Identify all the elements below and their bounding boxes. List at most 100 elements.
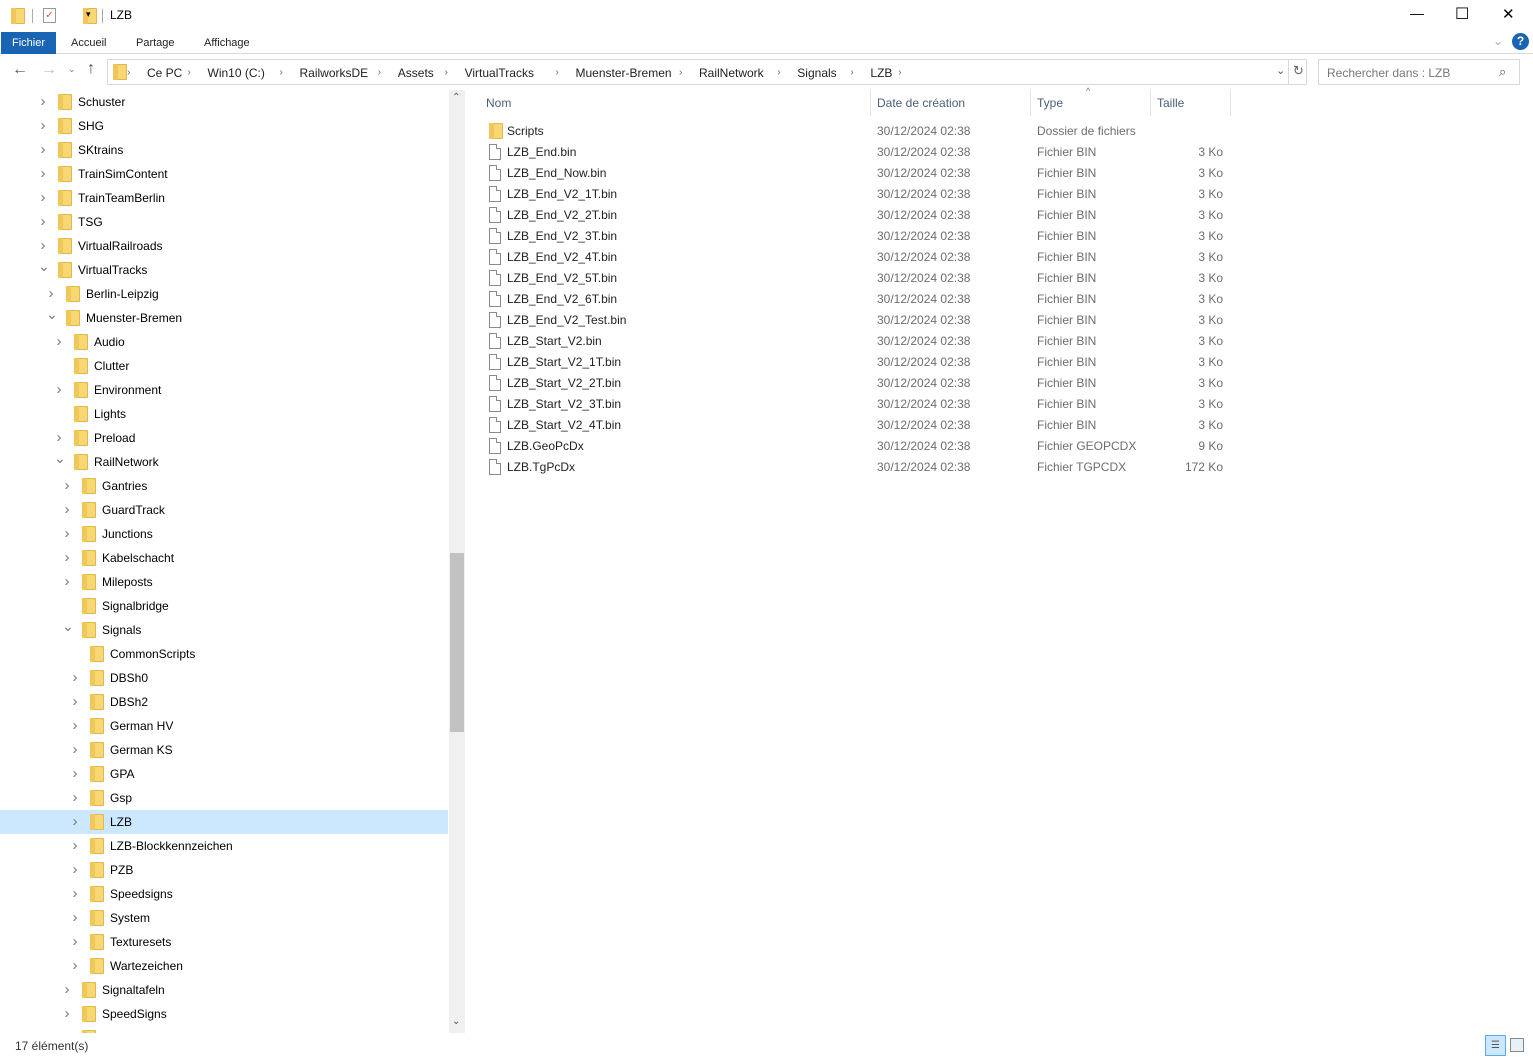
- scroll-up-icon[interactable]: ⌃: [452, 92, 460, 103]
- help-icon[interactable]: ?: [1512, 33, 1529, 50]
- tree-item[interactable]: › TSG: [0, 210, 448, 234]
- details-view-button[interactable]: ☰: [1485, 1035, 1506, 1056]
- breadcrumb-separator-icon[interactable]: ›: [679, 60, 682, 86]
- breadcrumb-separator-icon[interactable]: ›: [127, 60, 130, 86]
- chevron-right-icon[interactable]: ›: [38, 138, 48, 162]
- chevron-right-icon[interactable]: ›: [70, 690, 80, 714]
- file-row[interactable]: LZB.GeoPcDx 30/12/2024 02:38 Fichier GEOPC…: [480, 436, 1230, 457]
- search-box[interactable]: Rechercher dans : LZB ⌕: [1318, 59, 1520, 85]
- search-input[interactable]: Rechercher dans : LZB: [1327, 66, 1450, 80]
- tree-item[interactable]: › German KS: [0, 738, 448, 762]
- column-header-name[interactable]: Nom: [486, 92, 511, 114]
- chevron-right-icon[interactable]: ›: [70, 858, 80, 882]
- navigation-pane[interactable]: › Schuster › SHG › SKtrains › TrainSimContent › T…: [0, 90, 448, 1033]
- address-bar[interactable]: › Ce PC › Win10 (C:) › RailworksDE › Assets › Vir…: [107, 59, 1307, 85]
- search-icon[interactable]: ⌕: [1499, 64, 1506, 80]
- breadcrumb-item[interactable]: Win10 (C:): [208, 60, 265, 86]
- tree-item[interactable]: › German HV: [0, 714, 448, 738]
- tree-item[interactable]: › TrainSimContent: [0, 162, 448, 186]
- breadcrumb-separator-icon[interactable]: ›: [850, 60, 853, 86]
- breadcrumb-item[interactable]: Signals: [797, 60, 836, 86]
- tree-item[interactable]: ⌄ Muenster-Bremen: [0, 306, 448, 330]
- tree-item[interactable]: › Speedsigns: [0, 882, 448, 906]
- file-row[interactable]: Scripts 30/12/2024 02:38 Dossier de fichie…: [480, 121, 1230, 142]
- chevron-right-icon[interactable]: ›: [62, 498, 72, 522]
- breadcrumb-item[interactable]: VirtualTracks: [465, 60, 534, 86]
- chevron-down-icon[interactable]: ⌄: [38, 254, 50, 278]
- chevron-right-icon[interactable]: ›: [70, 954, 80, 978]
- tree-item[interactable]: › Junctions: [0, 522, 448, 546]
- breadcrumb-separator-icon[interactable]: ›: [777, 60, 780, 86]
- file-row[interactable]: LZB_End_Now.bin 30/12/2024 02:38 Fichier B…: [480, 163, 1230, 184]
- tab-partage[interactable]: Partage: [125, 32, 186, 54]
- chevron-right-icon[interactable]: ›: [38, 90, 48, 114]
- file-row[interactable]: LZB_End_V2_Test.bin 30/12/2024 02:38 Fichi…: [480, 310, 1230, 331]
- tree-item[interactable]: › DBSh2: [0, 690, 448, 714]
- tree-item[interactable]: › VirtualRailroads: [0, 234, 448, 258]
- tab-accueil[interactable]: Accueil: [60, 32, 117, 54]
- chevron-right-icon[interactable]: ›: [54, 378, 64, 402]
- breadcrumb-item[interactable]: LZB: [870, 60, 892, 86]
- tree-item[interactable]: Lights: [0, 402, 448, 426]
- tree-item[interactable]: › Gantries: [0, 474, 448, 498]
- chevron-right-icon[interactable]: ›: [70, 834, 80, 858]
- tree-item[interactable]: › LZB: [0, 810, 448, 834]
- chevron-down-icon[interactable]: ⌄: [54, 446, 66, 470]
- tree-item[interactable]: › GPA: [0, 762, 448, 786]
- column-header-type[interactable]: Type: [1037, 92, 1063, 114]
- tree-scrollbar[interactable]: ⌃ ⌄: [449, 90, 465, 1033]
- breadcrumb-item[interactable]: RailworksDE: [300, 60, 369, 86]
- large-icons-view-button[interactable]: [1510, 1038, 1524, 1052]
- minimize-button[interactable]: —: [1410, 5, 1424, 21]
- tree-item[interactable]: › SpeedSigns: [0, 1002, 448, 1026]
- tree-item[interactable]: › PZB: [0, 858, 448, 882]
- breadcrumb-item[interactable]: Ce PC: [147, 60, 182, 86]
- recent-locations-icon[interactable]: ⌄: [68, 64, 76, 75]
- file-row[interactable]: LZB_Start_V2.bin 30/12/2024 02:38 Fichier …: [480, 331, 1230, 352]
- chevron-right-icon[interactable]: ›: [70, 810, 80, 834]
- file-row[interactable]: LZB_Start_V2_4T.bin 30/12/2024 02:38 Fichi…: [480, 415, 1230, 436]
- tab-affichage[interactable]: Affichage: [193, 32, 261, 54]
- file-row[interactable]: LZB_End.bin 30/12/2024 02:38 Fichier BIN 3 …: [480, 142, 1230, 163]
- close-button[interactable]: ✕: [1502, 5, 1515, 23]
- tree-item[interactable]: › Gsp: [0, 786, 448, 810]
- refresh-icon[interactable]: ↻: [1293, 63, 1304, 79]
- tree-item[interactable]: › Mileposts: [0, 570, 448, 594]
- breadcrumb-item[interactable]: RailNetwork: [699, 60, 764, 86]
- breadcrumb-separator-icon[interactable]: ›: [188, 60, 191, 86]
- chevron-right-icon[interactable]: ›: [38, 114, 48, 138]
- maximize-button[interactable]: ☐: [1455, 4, 1469, 24]
- address-dropdown-icon[interactable]: ⌄: [1276, 64, 1285, 77]
- column-header-size[interactable]: Taille: [1157, 92, 1184, 114]
- tree-item[interactable]: › Signaltafeln: [0, 978, 448, 1002]
- chevron-right-icon[interactable]: ›: [54, 330, 64, 354]
- tree-item[interactable]: ⌄ VirtualTracks: [0, 258, 448, 282]
- file-row[interactable]: LZB_Start_V2_1T.bin 30/12/2024 02:38 Fichi…: [480, 352, 1230, 373]
- tree-item[interactable]: › Schuster: [0, 90, 448, 114]
- file-row[interactable]: LZB_End_V2_5T.bin 30/12/2024 02:38 Fichier…: [480, 268, 1230, 289]
- tree-item[interactable]: › LZB-Blockkennzeichen: [0, 834, 448, 858]
- breadcrumb-separator-icon[interactable]: ›: [378, 60, 381, 86]
- tree-item[interactable]: › Kabelschacht: [0, 546, 448, 570]
- chevron-right-icon[interactable]: ›: [70, 762, 80, 786]
- breadcrumb-separator-icon[interactable]: ›: [556, 60, 559, 86]
- chevron-down-icon[interactable]: ⌄: [62, 614, 74, 638]
- chevron-right-icon[interactable]: ›: [38, 210, 48, 234]
- chevron-down-icon[interactable]: ⌄: [46, 302, 58, 326]
- breadcrumb-item[interactable]: Assets: [398, 60, 434, 86]
- chevron-right-icon[interactable]: ›: [62, 570, 72, 594]
- tree-item[interactable]: CommonScripts: [0, 642, 448, 666]
- properties-icon[interactable]: ✓: [43, 8, 56, 23]
- tree-item[interactable]: Clutter: [0, 354, 448, 378]
- tree-item[interactable]: › DBSh0: [0, 666, 448, 690]
- up-button[interactable]: ↑: [87, 60, 95, 78]
- tree-item[interactable]: ⌄ Signals: [0, 618, 448, 642]
- column-header-date[interactable]: Date de création: [877, 92, 965, 114]
- chevron-right-icon[interactable]: ›: [62, 978, 72, 1002]
- file-row[interactable]: LZB_End_V2_3T.bin 30/12/2024 02:38 Fichier…: [480, 226, 1230, 247]
- file-row[interactable]: LZB.TgPcDx 30/12/2024 02:38 Fichier TGPCDX…: [480, 457, 1230, 478]
- file-row[interactable]: LZB_Start_V2_3T.bin 30/12/2024 02:38 Fichi…: [480, 394, 1230, 415]
- tree-item[interactable]: › Wartezeichen: [0, 954, 448, 978]
- chevron-right-icon[interactable]: ›: [70, 666, 80, 690]
- chevron-right-icon[interactable]: ›: [70, 906, 80, 930]
